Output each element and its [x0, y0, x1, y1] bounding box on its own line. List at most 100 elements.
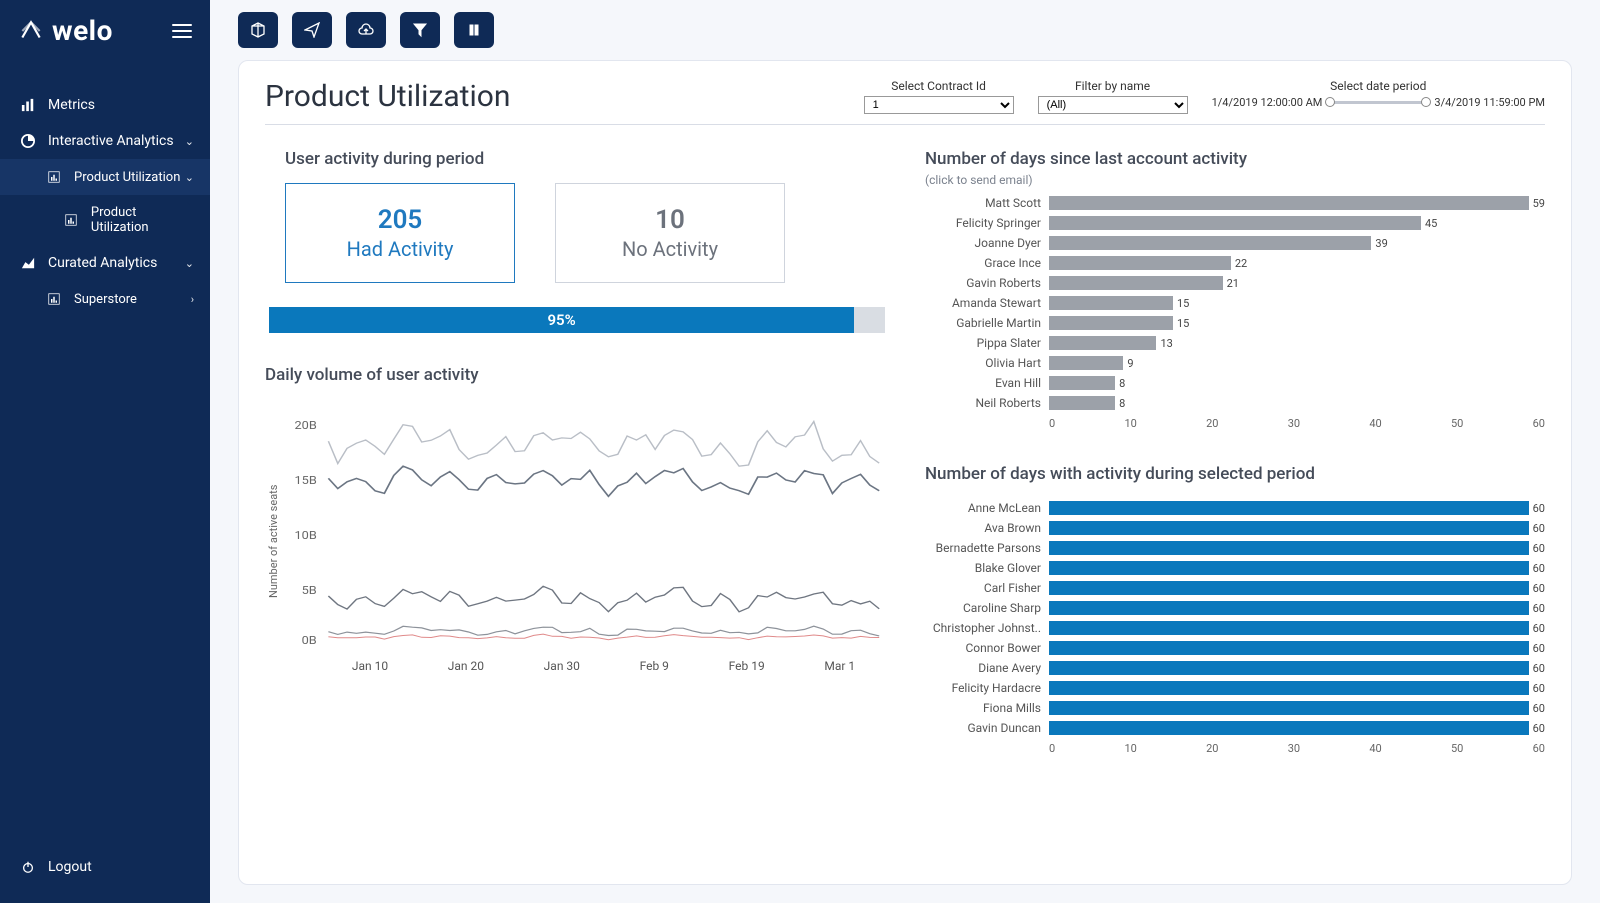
- range-track[interactable]: [1328, 101, 1428, 104]
- hbar-track: 9: [1049, 356, 1545, 370]
- hbar-value: 13: [1160, 337, 1172, 350]
- hbar-track: 60: [1049, 621, 1545, 635]
- hbar-value: 60: [1533, 562, 1545, 575]
- hbar-row[interactable]: Pippa Slater13: [925, 333, 1545, 353]
- hbar-value: 60: [1533, 622, 1545, 635]
- hbar-track: 22: [1049, 256, 1545, 270]
- hbar-row[interactable]: Matt Scott59: [925, 193, 1545, 213]
- range-knob-start[interactable]: [1325, 97, 1335, 107]
- logout-button[interactable]: Logout: [0, 841, 210, 903]
- hbar-row[interactable]: Blake Glover 60: [925, 558, 1545, 578]
- hbar-value: 60: [1533, 702, 1545, 715]
- hbar-value: 15: [1177, 317, 1189, 330]
- hbar-row[interactable]: Grace Ince22: [925, 253, 1545, 273]
- hbar-label: Christopher Johnst..: [925, 621, 1049, 635]
- sidebar-item-interactive-analytics[interactable]: Interactive Analytics ⌄: [0, 123, 210, 159]
- name-select[interactable]: (All): [1038, 96, 1188, 114]
- hbar-row[interactable]: Joanne Dyer39: [925, 233, 1545, 253]
- hbar-label: Gavin Duncan: [925, 721, 1049, 735]
- hbar-row[interactable]: Felicity Hardacre60: [925, 678, 1545, 698]
- content-grid: User activity during period 205 Had Acti…: [265, 125, 1545, 862]
- hbar-row[interactable]: Gavin Roberts21: [925, 273, 1545, 293]
- hbar-row[interactable]: Amanda Stewart15: [925, 293, 1545, 313]
- hbar-value: 60: [1533, 682, 1545, 695]
- panel-header: Product Utilization Select Contract Id 1…: [265, 79, 1545, 125]
- inactive-axis: 0102030405060: [1049, 417, 1545, 430]
- chevron-down-icon: ⌄: [185, 257, 194, 270]
- hbar-row[interactable]: Fiona Mills60: [925, 698, 1545, 718]
- hbar-row[interactable]: Connor Bower 60: [925, 638, 1545, 658]
- toolbar-button-1[interactable]: [238, 12, 278, 48]
- hbar-row[interactable]: Carl Fisher60: [925, 578, 1545, 598]
- chevron-down-icon: ⌄: [185, 135, 194, 148]
- hbar-row[interactable]: Neil Roberts8: [925, 393, 1545, 413]
- hbar-row[interactable]: Christopher Johnst.. 60: [925, 618, 1545, 638]
- report-icon: [46, 291, 62, 307]
- hbar-track: 8: [1049, 376, 1545, 390]
- filter-contract: Select Contract Id 1: [864, 79, 1014, 114]
- hbar-row[interactable]: Felicity Springer45: [925, 213, 1545, 233]
- hbar-fill: [1049, 376, 1115, 390]
- hbar-row[interactable]: Gabrielle Martin15: [925, 313, 1545, 333]
- hbar-row[interactable]: Olivia Hart9: [925, 353, 1545, 373]
- hbar-value: 60: [1533, 722, 1545, 735]
- hbar-value: 60: [1533, 662, 1545, 675]
- toolbar-button-2[interactable]: [292, 12, 332, 48]
- hbar-fill: [1049, 396, 1115, 410]
- hbar-track: 59: [1049, 196, 1545, 210]
- active-block: Number of days with activity during sele…: [925, 460, 1545, 755]
- contract-select[interactable]: 1: [864, 96, 1014, 114]
- line-chart: Number of active seats 20B 15B 10B 5B 0B: [265, 409, 885, 673]
- right-column: Number of days since last account activi…: [925, 145, 1545, 862]
- hbar-value: 59: [1533, 197, 1545, 210]
- hbar-row[interactable]: Diane Avery60: [925, 658, 1545, 678]
- y-axis-label: Number of active seats: [265, 409, 282, 673]
- sidebar-item-curated-analytics[interactable]: Curated Analytics ⌄: [0, 245, 210, 281]
- toolbar-button-4[interactable]: [400, 12, 440, 48]
- sidebar-item-product-utilization[interactable]: Product Utilization ⌄: [0, 159, 210, 195]
- hbar-row[interactable]: Anne McLean60: [925, 498, 1545, 518]
- sidebar-item-metrics[interactable]: Metrics: [0, 87, 210, 123]
- hbar-track: 60: [1049, 601, 1545, 615]
- hbar-row[interactable]: Evan Hill8: [925, 373, 1545, 393]
- progress-bar: 95%: [269, 307, 885, 333]
- svg-text:20B: 20B: [294, 419, 316, 432]
- svg-text:15B: 15B: [294, 474, 316, 487]
- filters: Select Contract Id 1 Filter by name (All…: [864, 79, 1545, 114]
- hbar-fill: [1049, 296, 1173, 310]
- hbar-row[interactable]: Gavin Duncan 60: [925, 718, 1545, 738]
- hbar-row[interactable]: Caroline Sharp60: [925, 598, 1545, 618]
- toolbar-button-3[interactable]: [346, 12, 386, 48]
- toolbar-button-5[interactable]: [454, 12, 494, 48]
- hbar-label: Blake Glover: [925, 561, 1049, 575]
- filter-icon: [412, 22, 428, 38]
- hbar-fill: [1049, 336, 1156, 350]
- hbar-value: 22: [1235, 257, 1247, 270]
- hbar-track: 60: [1049, 541, 1545, 555]
- menu-toggle-icon[interactable]: [172, 24, 192, 38]
- hbar-track: 60: [1049, 561, 1545, 575]
- hbar-row[interactable]: Ava Brown60: [925, 518, 1545, 538]
- sidebar-item-superstore[interactable]: Superstore ›: [0, 281, 210, 317]
- hbar-label: Caroline Sharp: [925, 601, 1049, 615]
- hbar-row[interactable]: Bernadette Parsons60: [925, 538, 1545, 558]
- hbar-fill: [1049, 581, 1529, 595]
- hbar-track: 60: [1049, 681, 1545, 695]
- hbar-label: Connor Bower: [925, 641, 1049, 655]
- sidebar-item-product-utilization-child[interactable]: Product Utilization: [0, 195, 210, 245]
- hbar-value: 60: [1533, 642, 1545, 655]
- page-title: Product Utilization: [265, 79, 510, 114]
- section-title-active: Number of days with activity during sele…: [925, 464, 1545, 484]
- hbar-fill: [1049, 276, 1223, 290]
- hbar-track: 60: [1049, 661, 1545, 675]
- chevron-down-icon: ⌄: [185, 171, 194, 184]
- hbar-value: 60: [1533, 542, 1545, 555]
- range-knob-end[interactable]: [1421, 97, 1431, 107]
- bar-chart-icon: [20, 97, 36, 113]
- hbar-track: 15: [1049, 316, 1545, 330]
- hbar-label: Carl Fisher: [925, 581, 1049, 595]
- date-range-slider[interactable]: 1/4/2019 12:00:00 AM 3/4/2019 11:59:00 P…: [1212, 96, 1545, 109]
- hbar-label: Joanne Dyer: [925, 236, 1049, 250]
- report-icon: [64, 212, 79, 228]
- hbar-fill: [1049, 256, 1231, 270]
